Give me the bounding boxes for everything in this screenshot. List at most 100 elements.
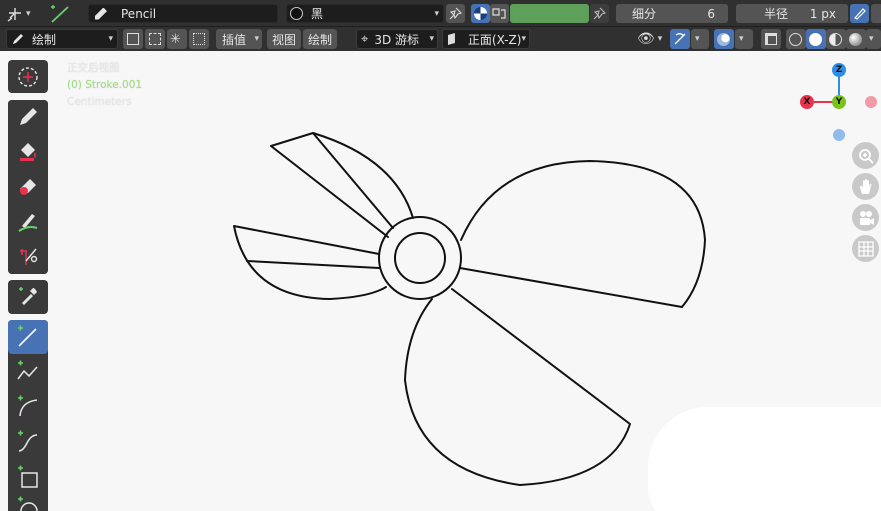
eyedropper-icon bbox=[19, 287, 37, 305]
gizmo-toggle-icon[interactable] bbox=[670, 29, 690, 49]
view-menu-label: 视图 bbox=[272, 32, 297, 47]
tint-brush-icon bbox=[18, 214, 38, 232]
more-settings-button[interactable] bbox=[871, 4, 881, 23]
line-icon bbox=[18, 325, 37, 347]
tool-select-dropdown[interactable]: ▾ bbox=[6, 4, 40, 23]
pin-icon[interactable] bbox=[446, 4, 465, 23]
polyline-icon bbox=[17, 360, 38, 380]
draw-menu[interactable]: 绘制 bbox=[303, 29, 337, 49]
pressure-icon[interactable] bbox=[850, 4, 869, 23]
neg-x-axis-icon[interactable] bbox=[865, 96, 877, 108]
cursor-placement-dropdown[interactable]: ⌖ 3D 游标 ▾ bbox=[356, 29, 438, 49]
eyedropper-tool[interactable] bbox=[8, 280, 48, 314]
chevron-down-icon: ▾ bbox=[26, 8, 31, 19]
hand-pan-icon[interactable] bbox=[852, 173, 879, 200]
curve-icon bbox=[18, 430, 38, 452]
visibility-dropdown[interactable]: 👁 ▾ bbox=[633, 29, 666, 49]
cutter-tool[interactable] bbox=[8, 240, 48, 274]
select-circle-icon bbox=[18, 66, 38, 87]
xray-toggle-icon[interactable] bbox=[761, 29, 781, 49]
chevron-down-icon: ▾ bbox=[657, 34, 663, 44]
overlay-toggle-icon[interactable] bbox=[714, 29, 734, 49]
draw-tool[interactable] bbox=[8, 100, 48, 134]
viewport-header: 绘制 ▾ ✳ 插值 ▾ 视图 绘制 ⌖ 3D 游标 ▾ 正面(X-Z) ▾ 👁 … bbox=[0, 27, 881, 51]
chevron-down-icon: ▾ bbox=[429, 34, 434, 44]
material-preview-icon[interactable] bbox=[826, 29, 846, 49]
fill-tool[interactable] bbox=[8, 135, 48, 169]
y-axis-icon[interactable]: Y bbox=[832, 95, 846, 109]
line-tool[interactable] bbox=[8, 320, 48, 354]
mask-icon[interactable] bbox=[189, 29, 209, 49]
view-menu[interactable]: 视图 bbox=[267, 29, 301, 49]
polyline-tool[interactable] bbox=[8, 355, 48, 389]
hub-inner-circle bbox=[394, 232, 446, 284]
blade-right bbox=[459, 160, 706, 308]
subdivisions-value: 6 bbox=[707, 6, 715, 21]
line-tool-icon[interactable] bbox=[48, 4, 76, 23]
eye-icon: 👁 bbox=[637, 31, 655, 47]
hub-outer-circle bbox=[378, 216, 462, 300]
interpolate-dropdown[interactable]: 插值 ▾ bbox=[216, 29, 262, 49]
tint-tool[interactable] bbox=[8, 205, 48, 239]
x-axis-icon[interactable]: X bbox=[800, 95, 814, 109]
eraser-icon bbox=[20, 179, 36, 195]
orientation-dropdown[interactable]: 正面(X-Z) ▾ bbox=[442, 29, 530, 49]
shading-dropdown[interactable]: ▾ bbox=[866, 29, 881, 49]
circle-tool[interactable] bbox=[8, 495, 48, 511]
zoom-icon[interactable] bbox=[852, 142, 879, 169]
pencil-icon bbox=[13, 34, 23, 44]
rendered-shading-icon[interactable] bbox=[846, 29, 866, 49]
crosshair-icon: ⌖ bbox=[361, 31, 369, 47]
transform-tool-icon bbox=[7, 7, 21, 22]
tool-settings-bar: ▾ Pencil 黑 ▾ 细分 6 半径 1 px bbox=[0, 0, 881, 27]
radius-value: 1 px bbox=[809, 6, 836, 21]
multiframe-icon[interactable] bbox=[123, 29, 143, 49]
subdivisions-field[interactable]: 细分 6 bbox=[616, 4, 728, 23]
select-box-tool[interactable] bbox=[8, 60, 48, 93]
canvas-patch bbox=[648, 407, 881, 511]
material-field[interactable]: 黑 ▾ bbox=[286, 4, 444, 23]
brush-name: Pencil bbox=[121, 6, 157, 21]
erase-tool[interactable] bbox=[8, 170, 48, 204]
brush-field[interactable]: Pencil bbox=[88, 4, 278, 23]
radius-field[interactable]: 半径 1 px bbox=[736, 4, 848, 23]
blade-upper-left-rib bbox=[312, 132, 394, 229]
curve-tool[interactable] bbox=[8, 425, 48, 459]
chevron-down-icon: ▾ bbox=[695, 34, 700, 44]
mode-dropdown[interactable]: 绘制 ▾ bbox=[6, 29, 118, 49]
blade-bottom bbox=[404, 288, 631, 486]
box-icon bbox=[18, 465, 38, 488]
navigation-gizmo[interactable]: Z X Y bbox=[790, 61, 880, 151]
neg-z-axis-icon[interactable] bbox=[833, 129, 845, 141]
solid-shading-icon[interactable] bbox=[806, 29, 826, 49]
blade-upper-left bbox=[270, 132, 414, 238]
subdivisions-label: 细分 bbox=[632, 7, 657, 21]
vertex-color-mode-button[interactable] bbox=[490, 4, 509, 23]
pencil-icon bbox=[20, 108, 37, 125]
box-tool[interactable] bbox=[8, 460, 48, 494]
grid-view-icon[interactable] bbox=[852, 235, 879, 262]
pin-icon[interactable] bbox=[590, 4, 609, 23]
wireframe-shading-icon[interactable] bbox=[786, 29, 806, 49]
scissors-icon bbox=[20, 248, 38, 265]
3d-viewport[interactable]: 正交后视图 (0) Stroke.001 Centimeters Z X Y bbox=[0, 51, 881, 511]
chevron-down-icon: ▾ bbox=[521, 34, 526, 44]
blade-left-rib bbox=[246, 260, 380, 269]
arc-icon bbox=[18, 395, 38, 417]
color-swatch[interactable] bbox=[510, 4, 589, 23]
camera-icon[interactable] bbox=[852, 204, 879, 231]
chevron-down-icon: ▾ bbox=[739, 34, 744, 44]
draw-menu-label: 绘制 bbox=[308, 32, 333, 47]
paint-bucket-icon bbox=[492, 8, 506, 19]
circle-icon bbox=[18, 496, 38, 511]
overlay-dropdown[interactable]: ▾ bbox=[735, 29, 753, 49]
orientation-label: 正面(X-Z) bbox=[467, 32, 522, 47]
z-axis-icon[interactable]: Z bbox=[832, 63, 846, 77]
autolock-icon[interactable] bbox=[145, 29, 165, 49]
mode-label: 绘制 bbox=[32, 32, 57, 47]
arc-tool[interactable] bbox=[8, 390, 48, 424]
material-color-mode-button[interactable] bbox=[471, 4, 490, 23]
snowflake-icon[interactable]: ✳ bbox=[167, 29, 187, 49]
gizmo-dropdown[interactable]: ▾ bbox=[691, 29, 709, 49]
chevron-down-icon: ▾ bbox=[869, 34, 874, 44]
